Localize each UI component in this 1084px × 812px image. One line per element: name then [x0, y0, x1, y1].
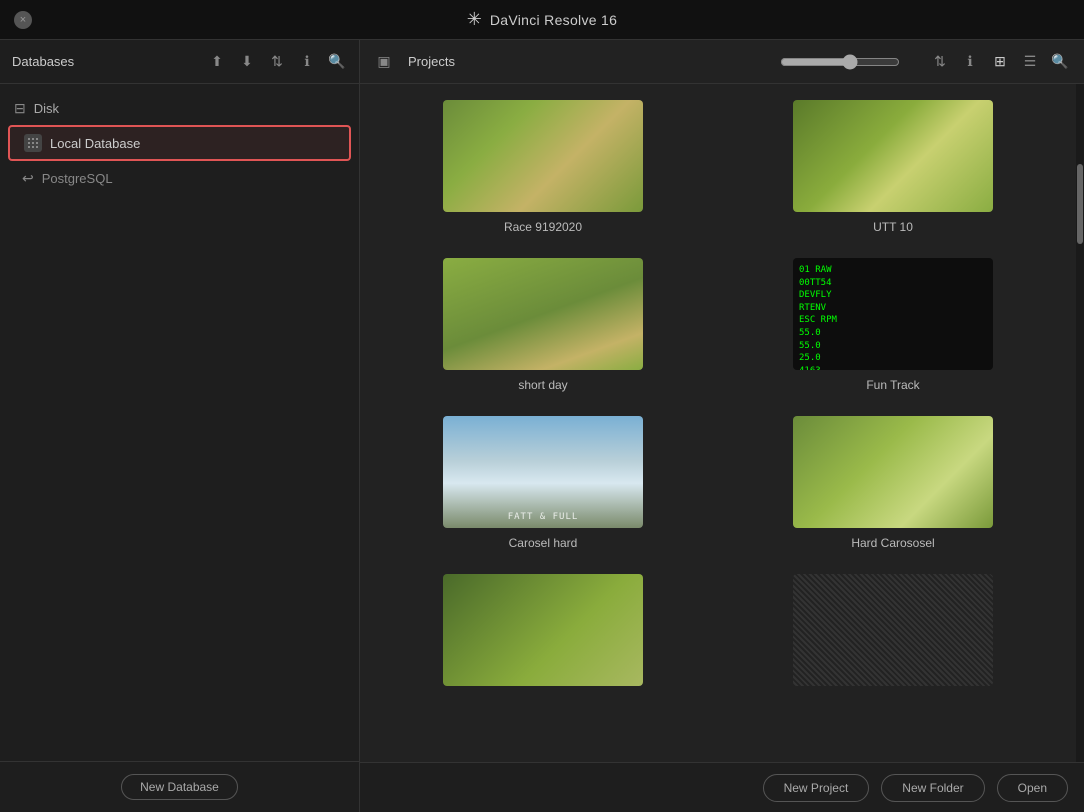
- sort-icon[interactable]: ⇅: [267, 52, 287, 72]
- project-thumbnail: [443, 258, 643, 370]
- thumbnail-size-slider[interactable]: [780, 54, 920, 70]
- new-project-button[interactable]: New Project: [763, 774, 870, 802]
- info-projects-icon[interactable]: ℹ: [958, 50, 982, 74]
- sidebar-header: Databases ⬆ ⬇ ⇅ ℹ 🔍: [0, 40, 359, 84]
- project-item[interactable]: 01 RAW 00TT54 DEVFLY RTENV ESC RPM 55.0 …: [734, 258, 1052, 392]
- project-item[interactable]: UTT 10: [734, 100, 1052, 234]
- local-db-icon: [24, 134, 42, 152]
- sidebar-footer: New Database: [0, 761, 359, 812]
- close-icon: ×: [20, 14, 26, 26]
- upload-icon[interactable]: ⬆: [207, 52, 227, 72]
- sidebar-content: ⊟ Disk: [0, 84, 359, 761]
- project-thumbnail: [793, 574, 993, 686]
- size-slider-input[interactable]: [780, 54, 900, 70]
- project-label: Fun Track: [866, 378, 919, 392]
- grid-view-icon[interactable]: ⊞: [988, 50, 1012, 74]
- info-icon[interactable]: ℹ: [297, 52, 317, 72]
- postgres-label: PostgreSQL: [42, 171, 113, 186]
- project-item[interactable]: Race 9192020: [384, 100, 702, 234]
- new-database-button[interactable]: New Database: [121, 774, 238, 800]
- search-icon[interactable]: 🔍: [327, 52, 347, 72]
- carosel-overlay: FATT & FULL: [443, 512, 643, 522]
- project-thumbnail: [443, 574, 643, 686]
- project-label: Carosel hard: [509, 536, 578, 550]
- project-thumbnail: [793, 416, 993, 528]
- project-item[interactable]: FATT & FULL Carosel hard: [384, 416, 702, 550]
- download-icon[interactable]: ⬇: [237, 52, 257, 72]
- open-button[interactable]: Open: [997, 774, 1068, 802]
- list-view-icon[interactable]: ☰: [1018, 50, 1042, 74]
- project-item[interactable]: [734, 574, 1052, 694]
- right-panel: ▣ Projects ⇅ ℹ ⊞ ☰ 🔍 Race 9192020 UTT 10 s…: [360, 40, 1084, 812]
- sidebar: Databases ⬆ ⬇ ⇅ ℹ 🔍 ⊟ Disk: [0, 40, 360, 812]
- project-item[interactable]: short day: [384, 258, 702, 392]
- local-db-label: Local Database: [50, 136, 140, 151]
- main-container: Databases ⬆ ⬇ ⇅ ℹ 🔍 ⊟ Disk: [0, 40, 1084, 812]
- projects-grid: Race 9192020 UTT 10 short day 01 RAW 00TT5…: [360, 84, 1076, 762]
- panel-toggle-icon[interactable]: ▣: [372, 50, 396, 74]
- disk-section: ⊟ Disk: [0, 94, 359, 123]
- right-header: ▣ Projects ⇅ ℹ ⊞ ☰ 🔍: [360, 40, 1084, 84]
- fun-track-overlay: 01 RAW 00TT54 DEVFLY RTENV ESC RPM 55.0 …: [793, 258, 993, 370]
- titlebar: × ✳ DaVinci Resolve 16: [0, 0, 1084, 40]
- projects-title: Projects: [404, 54, 772, 69]
- postgresql-item[interactable]: ↩ PostgreSQL: [8, 163, 351, 194]
- project-item[interactable]: [384, 574, 702, 694]
- disk-label: Disk: [34, 101, 59, 116]
- project-thumbnail: FATT & FULL: [443, 416, 643, 528]
- app-logo: ✳: [467, 9, 482, 30]
- project-item[interactable]: Hard Carososel: [734, 416, 1052, 550]
- sidebar-header-icons: ⬆ ⬇ ⇅ ℹ 🔍: [207, 52, 347, 72]
- sort-projects-icon[interactable]: ⇅: [928, 50, 952, 74]
- scrollbar-thumb[interactable]: [1077, 164, 1083, 244]
- search-projects-icon[interactable]: 🔍: [1048, 50, 1072, 74]
- right-header-icons: ⇅ ℹ ⊞ ☰ 🔍: [928, 50, 1072, 74]
- disk-icon: ⊟: [14, 100, 26, 117]
- carosel-text: FATT & FULL: [508, 512, 579, 522]
- project-label: UTT 10: [873, 220, 913, 234]
- project-label: Race 9192020: [504, 220, 582, 234]
- right-footer: New Project New Folder Open: [360, 762, 1084, 812]
- sidebar-title: Databases: [12, 54, 199, 69]
- project-label: short day: [518, 378, 567, 392]
- project-thumbnail: [443, 100, 643, 212]
- project-label: Hard Carososel: [851, 536, 934, 550]
- fun-track-values: 55.0 55.0 25.0 4163: [799, 327, 987, 370]
- scrollbar[interactable]: [1076, 84, 1084, 762]
- project-thumbnail: [793, 100, 993, 212]
- local-database-item[interactable]: Local Database: [8, 125, 351, 161]
- project-thumbnail: 01 RAW 00TT54 DEVFLY RTENV ESC RPM 55.0 …: [793, 258, 993, 370]
- fun-track-text: 01 RAW 00TT54 DEVFLY RTENV ESC RPM: [799, 264, 987, 327]
- app-title: DaVinci Resolve 16: [490, 12, 617, 28]
- new-folder-button[interactable]: New Folder: [881, 774, 984, 802]
- close-button[interactable]: ×: [14, 11, 32, 29]
- postgres-icon: ↩: [22, 170, 34, 187]
